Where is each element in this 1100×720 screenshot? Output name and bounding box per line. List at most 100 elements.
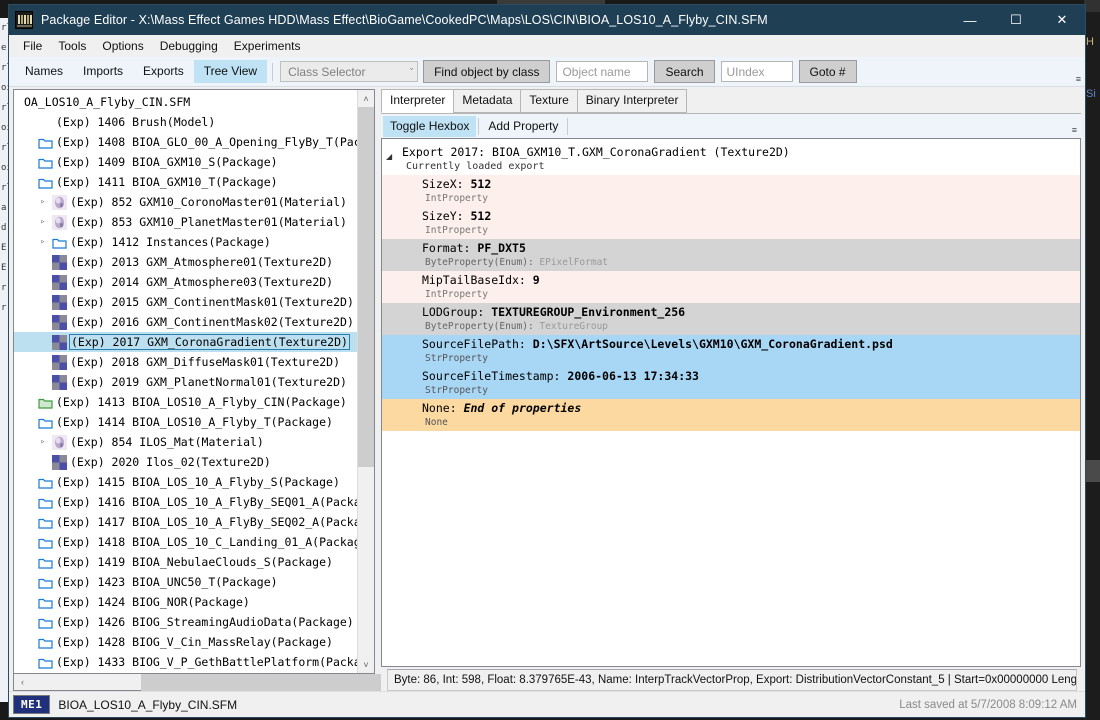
folder-icon [38,597,53,609]
toolbar-treeview-button[interactable]: Tree View [193,60,268,83]
collapse-caret-icon[interactable]: ◢ [386,145,402,161]
property-row[interactable]: LODGroup: TEXTUREGROUP_Environment_256 By… [382,303,1080,335]
tree-item[interactable]: (Exp) 2017 GXM_CoronaGradient(Texture2D) [14,332,357,352]
property-row[interactable]: SourceFileTimestamp: 2006-06-13 17:34:33… [382,367,1080,399]
expand-arrow-icon[interactable]: ▹ [36,197,50,207]
property-value: D:\SFX\ArtSource\Levels\GXM10\GXM_Corona… [532,337,893,351]
tree-item-label: (Exp) 1415 BIOA_LOS_10_A_Flyby_S(Package… [56,475,340,489]
tree-item[interactable]: (Exp) 1413 BIOA_LOS10_A_Flyby_CIN(Packag… [14,392,357,412]
expand-arrow-icon[interactable]: ▹ [36,437,50,447]
expand-arrow-icon[interactable]: ▹ [36,237,50,247]
background-window-right-edge[interactable] [1084,0,1100,720]
folder-icon [38,397,53,409]
tree-item[interactable]: (Exp) 1418 BIOA_LOS_10_C_Landing_01_A(Pa… [14,532,357,552]
scroll-down-icon[interactable]: ˅ [358,656,375,673]
tree-rows-container: OA_LOS10_A_Flyby_CIN.SFM (Exp) 1406 Brush… [14,90,357,673]
material-icon [51,194,67,210]
tab-metadata[interactable]: Metadata [453,89,522,113]
tree-item[interactable]: (Exp) 1409 BIOA_GXM10_S(Package) [14,152,357,172]
goto-number-button[interactable]: Goto # [798,60,857,83]
tree-item[interactable]: (Exp) 1416 BIOA_LOS_10_A_FlyBy_SEQ01_A(P… [14,492,357,512]
tree-item[interactable]: (Exp) 1423 BIOA_UNC50_T(Package) [14,572,357,592]
interpreter-property-list[interactable]: ◢ Export 2017: BIOA_GXM10_T.GXM_CoronaGr… [381,138,1081,667]
property-row[interactable]: SizeY: 512 IntProperty [382,207,1080,239]
menu-tools[interactable]: Tools [50,36,94,56]
tree-item[interactable]: (Exp) 2020 Ilos_02(Texture2D) [14,452,357,472]
tree-root-item[interactable]: OA_LOS10_A_Flyby_CIN.SFM [14,92,357,112]
scroll-left-icon[interactable]: ‹ [14,674,31,691]
tree-item[interactable]: ▹ (Exp) 852 GXM10_CoronoMaster01(Material… [14,192,357,212]
tree-item-label: (Exp) 1417 BIOA_LOS_10_A_FlyBy_SEQ02_A(P… [56,515,357,529]
tree-vscroll-track[interactable] [357,107,374,656]
tree-hscroll-track[interactable] [31,673,381,691]
menu-file[interactable]: File [15,36,50,56]
toolbar-exports-button[interactable]: Exports [133,60,194,83]
tree-item[interactable]: (Exp) 1414 BIOA_LOS10_A_Flyby_T(Package) [14,412,357,432]
tree-hscroll-thumb[interactable] [141,673,381,691]
toolbar-imports-button[interactable]: Imports [73,60,133,83]
uindex-input[interactable]: UIndex [720,61,793,82]
tree-item[interactable]: ▹ (Exp) 854 ILOS_Mat(Material) [14,432,357,452]
tree-item[interactable]: (Exp) 1419 BIOA_NebulaeClouds_S(Package) [14,552,357,572]
search-button[interactable]: Search [654,60,715,83]
tab-texture[interactable]: Texture [520,89,578,113]
scroll-up-icon[interactable]: ˄ [358,90,375,107]
expand-arrow-icon[interactable]: ▹ [36,217,50,227]
tree-item[interactable]: (Exp) 1406 Brush(Model) [14,112,357,132]
tree-item[interactable]: (Exp) 1415 BIOA_LOS_10_A_Flyby_S(Package… [14,472,357,492]
tree-item[interactable]: ▹ (Exp) 853 GXM10_PlanetMaster01(Material… [14,212,357,232]
tree-item[interactable]: (Exp) 1411 BIOA_GXM10_T(Package) [14,172,357,192]
property-type: IntProperty [425,225,488,236]
find-object-by-class-button[interactable]: Find object by class [423,60,551,83]
class-selector-dropdown[interactable]: Class Selector ˇ [280,61,419,82]
tree-pane: OA_LOS10_A_Flyby_CIN.SFM (Exp) 1406 Brush… [13,89,381,691]
tree-item[interactable]: (Exp) 1408 BIOA_GLO_00_A_Opening_FlyBy_T… [14,132,357,152]
tree-view[interactable]: OA_LOS10_A_Flyby_CIN.SFM (Exp) 1406 Brush… [13,89,375,674]
property-name: SizeY: [422,209,464,223]
tab-binary-interpreter[interactable]: Binary Interpreter [576,89,688,113]
tree-item[interactable]: (Exp) 1433 BIOG_V_P_GethBattlePlatform(P… [14,652,357,672]
tree-item[interactable]: (Exp) 2013 GXM_Atmosphere01(Texture2D) [14,252,357,272]
tree-item[interactable]: (Exp) 2019 GXM_PlanetNormal01(Texture2D) [14,372,357,392]
tree-item[interactable]: (Exp) 2016 GXM_ContinentMask02(Texture2D… [14,312,357,332]
minimize-button[interactable]: — [947,5,993,35]
property-row[interactable]: MipTailBaseIdx: 9 IntProperty [382,271,1080,303]
property-name: SizeX: [422,177,464,191]
tree-horizontal-scrollbar[interactable]: ‹ › [13,673,381,691]
maximize-button[interactable]: ☐ [993,5,1039,35]
tree-item[interactable]: (Exp) 2018 GXM_DiffuseMask01(Texture2D) [14,352,357,372]
property-row[interactable]: Format: PF_DXT5 ByteProperty(Enum): EPixe… [382,239,1080,271]
tab-interpreter[interactable]: Interpreter [381,89,455,113]
menu-options[interactable]: Options [94,36,151,56]
tree-item[interactable]: (Exp) 1428 BIOG_V_Cin_MassRelay(Package) [14,632,357,652]
close-button[interactable]: ✕ [1039,5,1085,35]
property-row[interactable]: SizeX: 512 IntProperty [382,175,1080,207]
tree-item[interactable]: ▹ (Exp) 1412 Instances(Package) [14,232,357,252]
menu-bar: File Tools Options Debugging Experiments [9,35,1085,57]
toolbar-names-button[interactable]: Names [15,60,73,83]
property-type: IntProperty [425,289,488,300]
property-row[interactable]: SourceFilePath: D:\SFX\ArtSource\Levels\… [382,335,1080,367]
tree-item[interactable]: (Exp) 2015 GXM_ContinentMask01(Texture2D… [14,292,357,312]
tree-vscroll-thumb[interactable] [357,107,374,467]
background-window-right-divider [1084,460,1100,482]
interpreter-export-header[interactable]: ◢ Export 2017: BIOA_GXM10_T.GXM_CoronaGr… [382,139,1080,175]
game-badge[interactable]: ME1 [13,695,51,714]
menu-debugging[interactable]: Debugging [152,36,226,56]
texture-icon [51,294,67,310]
tree-item[interactable]: (Exp) 1424 BIOG_NOR(Package) [14,592,357,612]
tree-item[interactable]: (Exp) 2014 GXM_Atmosphere03(Texture2D) [14,272,357,292]
menu-experiments[interactable]: Experiments [226,36,309,56]
add-property-button[interactable]: Add Property [481,116,565,137]
property-name: None: [422,401,457,415]
tree-item[interactable]: (Exp) 1426 BIOG_StreamingAudioData(Packa… [14,612,357,632]
tree-vertical-scrollbar[interactable]: ˄ ˅ [357,90,374,673]
tree-item[interactable]: (Exp) 1417 BIOA_LOS_10_A_FlyBy_SEQ02_A(P… [14,512,357,532]
toggle-hexbox-button[interactable]: Toggle Hexbox [383,115,477,137]
object-name-input[interactable]: Object name [556,61,649,82]
status-line: Byte: 86, Int: 598, Float: 8.379765E-43,… [387,669,1077,691]
subtoolbar-overflow-icon[interactable]: ≡ [1072,126,1077,135]
toolbar-overflow-icon[interactable]: ≡ [1076,75,1081,84]
folder-icon [38,497,53,509]
property-row[interactable]: None: End of properties None [382,399,1080,431]
